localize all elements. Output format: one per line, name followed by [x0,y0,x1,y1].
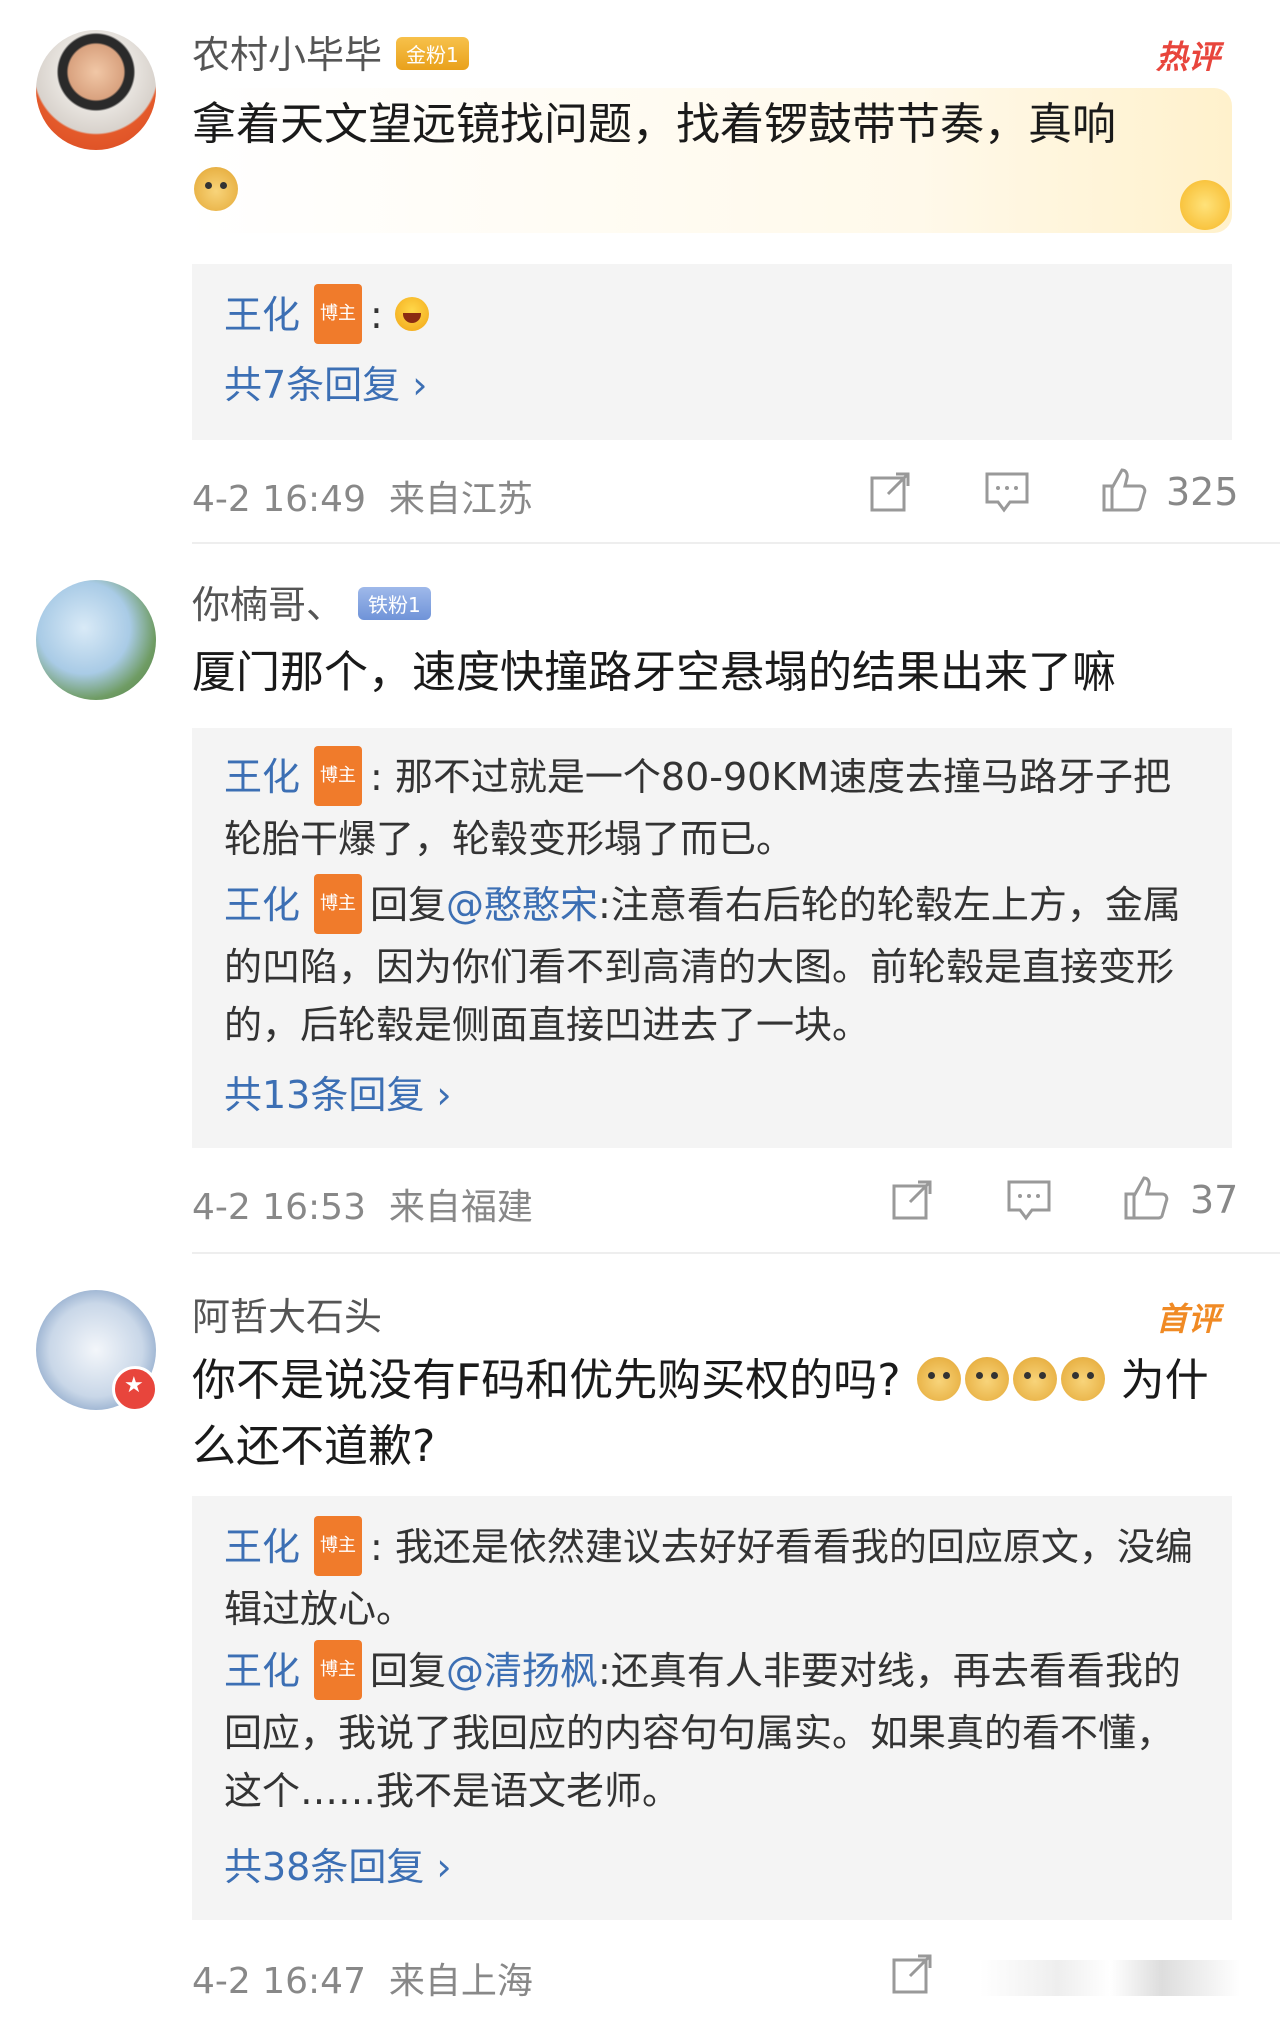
comment-meta: 4-2 16:49 来自江苏 [192,470,533,522]
mention-link[interactable]: @憨憨宋 [446,883,598,927]
watermark [980,1960,1240,1996]
blogger-badge: 博主 [314,283,363,344]
share-icon[interactable] [890,1178,934,1222]
doge-emoji [194,167,238,211]
doge-emoji [964,1357,1009,1401]
like-count: 325 [1166,470,1239,514]
share-icon[interactable] [868,470,912,514]
username[interactable]: 农村小毕毕 金粉1 [192,24,469,79]
comment-text-content: 拿着天文望远镜找问题，找着锣鼓带节奏，真响 [192,99,1116,150]
blogger-badge: 博主 [314,1639,363,1700]
doge-emoji [916,1357,961,1401]
blogger-badge: 博主 [314,1515,363,1576]
comment-location: 来自福建 [388,1187,533,1228]
comment-time: 4-2 16:53 [192,1187,366,1228]
reply-text: : 那不过就是一个80-90KM速度去撞马路牙子把轮胎干爆了，轮毂变形塌了而已。 [224,755,1172,861]
share-icon[interactable] [890,1952,934,1996]
comment-meta: 4-2 16:47 来自上海 [192,1952,533,2004]
verified-badge [112,1366,158,1412]
comment-time: 4-2 16:49 [192,479,366,520]
blogger-badge: 博主 [314,745,363,806]
comment-text-content: 你不是说没有F码和优先购买权的吗? [192,1355,901,1406]
reply-text: : 我还是依然建议去好好看看我的回应原文，没编辑过放心。 [224,1525,1193,1631]
first-comment-tag: 首评 [1155,1300,1220,1338]
more-replies-link[interactable]: 共38条回复 › [224,1836,452,1891]
username[interactable]: 你楠哥、 铁粉1 [192,574,431,629]
comment-location: 来自江苏 [388,479,533,520]
user-avatar[interactable] [36,30,156,150]
comment-meta: 4-2 16:53 来自福建 [192,1178,533,1230]
divider [192,542,1280,544]
more-replies-link[interactable]: 共13条回复 › [224,1064,452,1119]
reply-item[interactable]: 王化 博主: [224,283,1202,348]
reply-text: :还真有人非要对线，再去看看我的回应，我说了我回应的内容句句属实。如果真的看不懂… [224,1649,1181,1813]
blogger-badge: 博主 [314,873,363,934]
reply-prefix: 回复 [370,883,447,927]
fan-badge: 金粉1 [396,37,469,70]
username-text[interactable]: 你楠哥、 [192,583,344,627]
reply-author[interactable]: 王化 [224,755,300,799]
reply-item[interactable]: 王化 博主: 那不过就是一个80-90KM速度去撞马路牙子把轮胎干爆了，轮毂变形塌… [224,745,1202,868]
like-count: 37 [1190,1178,1239,1222]
doge-emoji [1012,1357,1057,1401]
username-text[interactable]: 农村小毕毕 [192,33,382,77]
more-replies-link[interactable]: 共7条回复 › [224,354,427,409]
medal-icon [1180,180,1230,230]
reply-author[interactable]: 王化 [224,1649,300,1693]
reply-author[interactable]: 王化 [224,1525,300,1569]
comment-text: 你不是说没有F码和优先购买权的吗? 为什么还不道歉? [192,1348,1230,1480]
comment-location: 来自上海 [388,1961,533,2002]
comment-icon[interactable] [984,470,1030,514]
reply-text: :注意看右后轮的轮毂左上方，金属的凹陷，因为你们看不到高清的大图。前轮毂是直接变… [224,883,1181,1047]
reply-item[interactable]: 王化 博主: 我还是依然建议去好好看看我的回应原文，没编辑过放心。 [224,1515,1202,1638]
reply-prefix: 回复 [370,1649,447,1693]
hot-comment-tag: 热评 [1155,38,1220,76]
like-icon[interactable] [1122,1174,1170,1222]
comment-text: 拿着天文望远镜找问题，找着锣鼓带节奏，真响 [192,92,1230,224]
doge-emoji [1060,1357,1105,1401]
fan-badge: 铁粉1 [358,587,431,620]
user-avatar[interactable] [36,580,156,700]
reply-text: : [370,293,383,337]
username[interactable]: 阿哲大石头 [192,1286,382,1341]
comment-icon[interactable] [1006,1178,1052,1222]
comment-time: 4-2 16:47 [192,1961,366,2002]
mention-link[interactable]: @清扬枫 [446,1649,598,1693]
comment-text: 厦门那个，速度快撞路牙空悬塌的结果出来了嘛 [192,647,1116,698]
reply-item[interactable]: 王化 博主 回复@清扬枫:还真有人非要对线，再去看看我的回应，我说了我回应的内容句句… [224,1639,1202,1820]
reply-author[interactable]: 王化 [224,293,300,337]
reply-author[interactable]: 王化 [224,883,300,927]
laugh-emoji [394,296,429,331]
reply-item[interactable]: 王化 博主 回复@憨憨宋:注意看右后轮的轮毂左上方，金属的凹陷，因为你们看不到高清的… [224,873,1202,1054]
like-icon[interactable] [1100,466,1148,514]
divider [192,1252,1280,1254]
